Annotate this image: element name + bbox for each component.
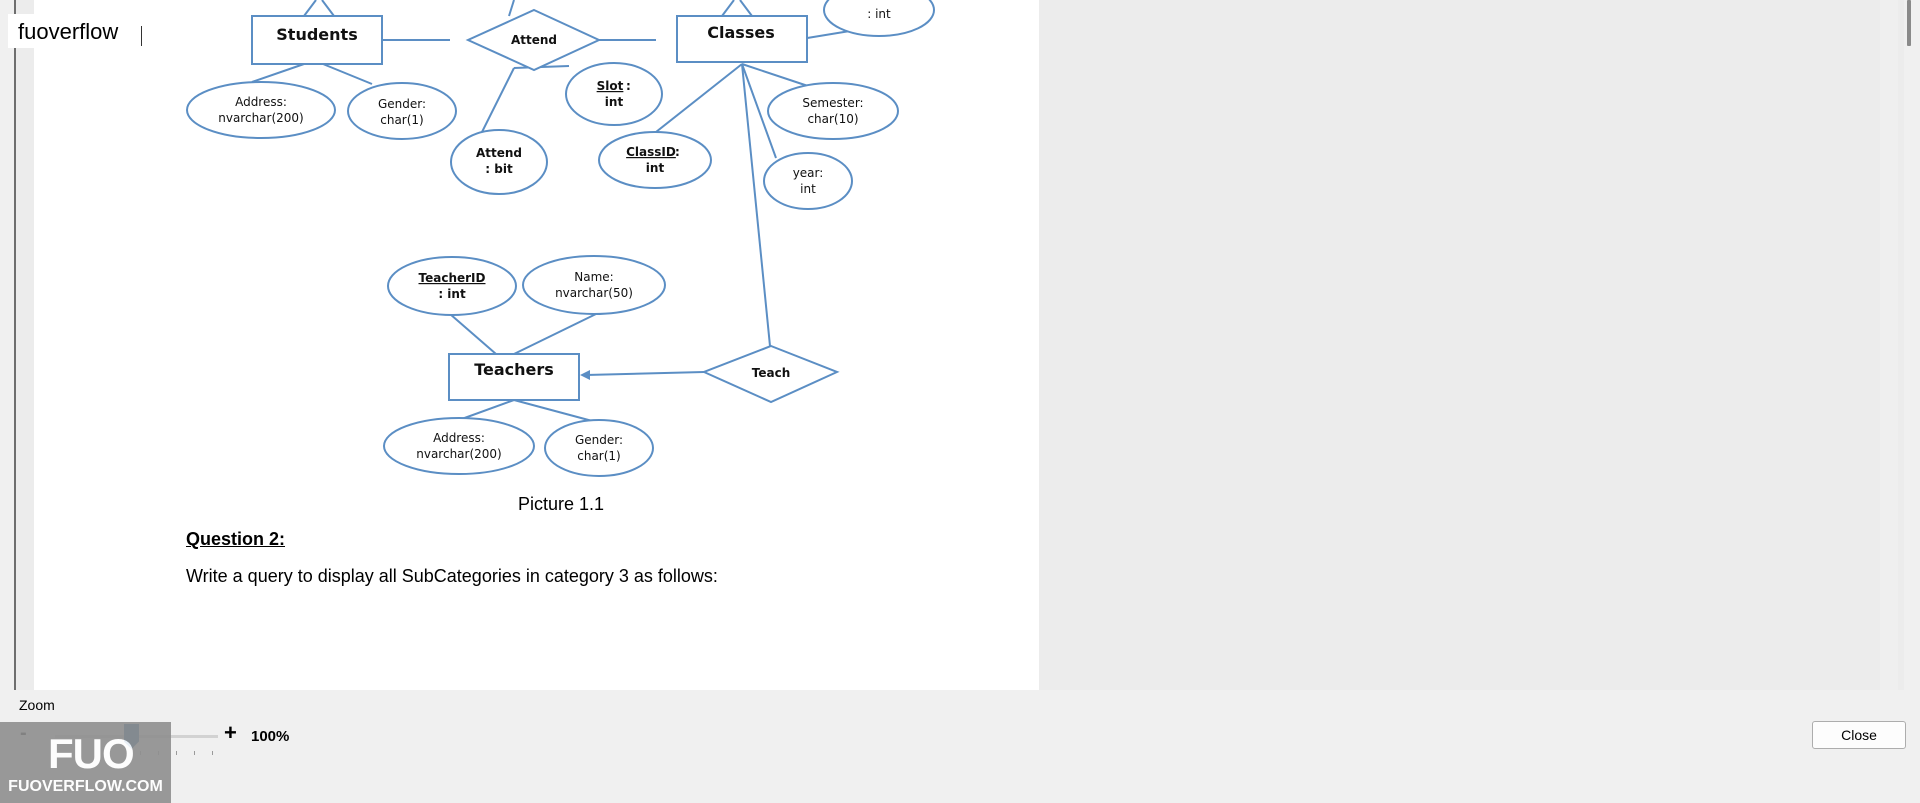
connector-line xyxy=(449,313,497,355)
viewer-margin xyxy=(1880,0,1898,690)
teacher-gender-label: Gender: xyxy=(575,433,623,447)
year-label: year: xyxy=(793,166,824,180)
teach-arrow-line xyxy=(585,371,705,376)
entity-students-label: Students xyxy=(276,25,357,44)
connector-line xyxy=(481,67,515,133)
nocredits-type: : int xyxy=(867,7,891,21)
zoom-in-button[interactable]: + xyxy=(224,720,237,746)
relationship-teach-label: Teach xyxy=(752,366,790,380)
teacherid-label: TeacherID xyxy=(419,271,486,285)
student-address-label: Address: xyxy=(235,95,287,109)
connector-line xyxy=(741,63,809,87)
connector-line xyxy=(321,0,335,17)
slot-label: Slot xyxy=(597,79,624,93)
slot-type: int xyxy=(605,95,624,109)
connector-line xyxy=(513,313,597,355)
attribute-teacher-address xyxy=(383,417,535,475)
connector-line xyxy=(458,399,515,421)
slot-colon: : xyxy=(626,79,631,93)
connector-line xyxy=(508,0,515,17)
attend-bit-label: Attend xyxy=(476,146,522,160)
teacherid-type: : int xyxy=(438,287,466,301)
semester-type: char(10) xyxy=(807,112,858,126)
zoom-percentage: 100% xyxy=(251,728,290,745)
student-gender-type: char(1) xyxy=(380,113,424,127)
connector-line xyxy=(322,63,373,85)
classid-colon: : xyxy=(675,145,680,159)
text-caret xyxy=(141,26,142,46)
entity-teachers-label: Teachers xyxy=(474,360,554,379)
vertical-scrollbar-thumb[interactable] xyxy=(1907,0,1911,46)
watermark-mark: FUO xyxy=(48,730,135,777)
watermark-text: FUOVERFLOW.COM xyxy=(8,778,163,795)
question-text: Write a query to display all SubCategori… xyxy=(186,566,718,586)
attribute-semester xyxy=(767,82,899,140)
document-page: Students Classes Teachers Attend Teach :… xyxy=(34,0,1039,690)
arrow-head xyxy=(580,370,590,380)
question-heading: Question 2: xyxy=(186,529,286,549)
connector-line xyxy=(721,0,735,17)
student-gender-label: Gender: xyxy=(378,97,426,111)
connector-line xyxy=(513,399,597,423)
attribute-teacher-gender xyxy=(544,419,654,477)
connector-line xyxy=(251,63,305,83)
entity-classes-label: Classes xyxy=(707,23,774,42)
classid-label: ClassID xyxy=(626,145,676,159)
watermark-logo: FUO FUOVERFLOW.COM xyxy=(0,722,171,803)
teacher-name-label: Name: xyxy=(574,270,613,284)
attribute-classid xyxy=(598,131,712,189)
teacher-name-type: nvarchar(50) xyxy=(555,286,633,300)
zoom-label: Zoom xyxy=(19,697,55,713)
window-title: fuoverflow xyxy=(8,14,129,48)
document-viewer[interactable]: Students Classes Teachers Attend Teach :… xyxy=(14,0,1911,690)
teacher-address-label: Address: xyxy=(433,431,485,445)
relationship-attend-label: Attend xyxy=(511,33,557,47)
attribute-year xyxy=(763,152,853,210)
connector-line xyxy=(303,0,317,17)
student-address-type: nvarchar(200) xyxy=(218,111,304,125)
connector-line xyxy=(655,63,743,133)
teacher-gender-type: char(1) xyxy=(577,449,621,463)
attribute-teacher-name xyxy=(522,255,666,315)
connector-line xyxy=(741,63,771,347)
attribute-student-address xyxy=(186,81,336,139)
teacher-address-type: nvarchar(200) xyxy=(416,447,502,461)
connector-line xyxy=(739,0,753,17)
classid-type: int xyxy=(646,161,665,175)
attribute-student-gender xyxy=(347,82,457,140)
attribute-teacherid xyxy=(387,256,517,316)
attend-bit-type: : bit xyxy=(485,162,513,176)
figure-caption: Picture 1.1 xyxy=(518,494,605,514)
year-type: int xyxy=(800,182,816,196)
close-button[interactable]: Close xyxy=(1812,721,1906,749)
semester-label: Semester: xyxy=(802,96,863,110)
attribute-slot xyxy=(565,62,663,126)
